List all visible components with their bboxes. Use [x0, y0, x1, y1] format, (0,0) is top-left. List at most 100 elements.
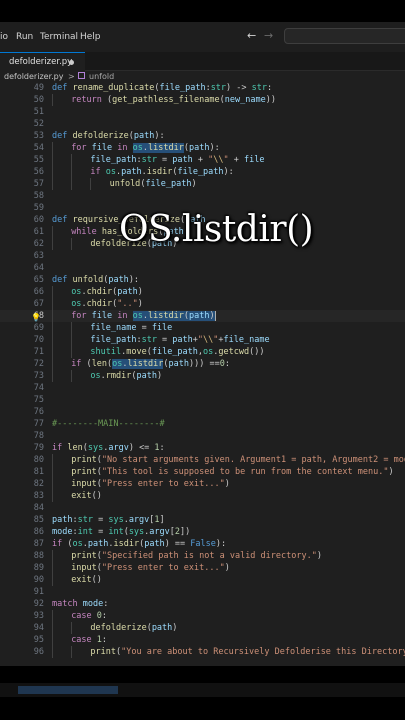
line-number: 95: [33, 635, 44, 645]
code-text: if (os.path.isdir(path) == False):: [52, 539, 227, 549]
code-text: exit(): [71, 491, 102, 501]
code-line[interactable]: 80 print("No start arguments given. Argum…: [0, 454, 405, 466]
command-center-search[interactable]: [284, 28, 405, 44]
code-line[interactable]: 96 print("You are about to Recursively De…: [0, 646, 405, 658]
code-line[interactable]: 81 print("This tool is supposed to be run…: [0, 466, 405, 478]
indent-guide: [52, 622, 53, 634]
code-line[interactable]: 58: [0, 190, 405, 202]
line-number: 64: [33, 263, 44, 273]
code-line[interactable]: 55 file_path:str = path + "\\" + file: [0, 154, 405, 166]
indent-guide: [52, 346, 53, 358]
code-line[interactable]: 68 💡 for file in os.listdir(path): [0, 310, 405, 322]
indent-guide: [52, 166, 53, 178]
code-line[interactable]: 78: [0, 430, 405, 442]
code-line[interactable]: 84: [0, 502, 405, 514]
code-line[interactable]: 64: [0, 262, 405, 274]
code-line[interactable]: 66 os.chdir(path): [0, 286, 405, 298]
code-line[interactable]: 94 defolderize(path): [0, 622, 405, 634]
line-number: 67: [33, 299, 44, 309]
menu-item-run[interactable]: Run: [16, 32, 33, 42]
code-line[interactable]: 90 exit(): [0, 574, 405, 586]
code-line[interactable]: 57 unfold(file_path): [0, 178, 405, 190]
line-number: 94: [33, 623, 44, 633]
indent-guide: [71, 646, 73, 658]
line-number: 53: [33, 131, 44, 141]
line-number: 86: [33, 527, 44, 537]
indent-guide: [52, 490, 53, 502]
code-line[interactable]: 82 input("Press enter to exit..."): [0, 478, 405, 490]
code-text: if (len(os.listdir(path))) ==0:: [71, 359, 230, 369]
code-line[interactable]: 63: [0, 250, 405, 262]
indent-guide: [52, 358, 53, 370]
code-line[interactable]: 87 if (os.path.isdir(path) == False):: [0, 538, 405, 550]
line-number: 70: [33, 335, 44, 345]
breadcrumb-symbol[interactable]: unfold: [89, 72, 114, 81]
indent-guide: [52, 646, 53, 658]
line-number: 66: [33, 287, 44, 297]
line-number: 85: [33, 515, 44, 525]
code-line[interactable]: 54 for file in os.listdir(path):: [0, 142, 405, 154]
code-line[interactable]: 65 def unfold(path):: [0, 274, 405, 286]
code-text: def rename_duplicate(file_path:str) -> s…: [52, 83, 273, 93]
code-line[interactable]: 56 if os.path.isdir(file_path):: [0, 166, 405, 178]
code-line[interactable]: 91: [0, 586, 405, 598]
code-editor[interactable]: 49 def rename_duplicate(file_path:str) ->…: [0, 82, 405, 666]
code-text: path:str = sys.argv[1]: [52, 515, 165, 525]
indent-guide: [71, 370, 73, 382]
code-line[interactable]: 71 shutil.move(file_path,os.getcwd()): [0, 346, 405, 358]
code-line[interactable]: 89 input("Press enter to exit..."): [0, 562, 405, 574]
code-line[interactable]: 72 if (len(os.listdir(path))) ==0:: [0, 358, 405, 370]
code-line[interactable]: 76: [0, 406, 405, 418]
menu-item-terminal[interactable]: Terminal: [40, 32, 78, 42]
line-number: 92: [33, 599, 44, 609]
code-text: input("Press enter to exit..."): [71, 563, 230, 573]
code-line[interactable]: 53 def defolderize(path):: [0, 130, 405, 142]
line-number: 50: [33, 95, 44, 105]
code-text: print("Specified path is not a valid dir…: [71, 551, 322, 561]
code-text: mode:int = int(sys.argv[2]): [52, 527, 191, 537]
breadcrumb-separator: >: [68, 72, 75, 81]
tab-defolderizer[interactable]: defolderizer.py: [0, 52, 85, 71]
line-number: 91: [33, 587, 44, 597]
forward-arrow-icon[interactable]: →: [264, 29, 273, 42]
code-line[interactable]: 70 file_path:str = path+"\\"+file_name: [0, 334, 405, 346]
line-number: 56: [33, 167, 44, 177]
code-line[interactable]: 93 case 0:: [0, 610, 405, 622]
indent-guide: [52, 478, 53, 490]
code-text: match mode:: [52, 599, 109, 609]
indent-guide: [52, 310, 53, 322]
code-text: file_path:str = path+"\\"+file_name: [90, 335, 270, 345]
bottom-black-band: [0, 666, 405, 720]
code-line[interactable]: 73 os.rmdir(path): [0, 370, 405, 382]
code-text: return (get_pathless_filename(new_name)): [71, 95, 276, 105]
code-line[interactable]: 92 match mode:: [0, 598, 405, 610]
code-line[interactable]: 69 file_name = file: [0, 322, 405, 334]
code-line[interactable]: 83 exit(): [0, 490, 405, 502]
code-line[interactable]: 77 #--------MAIN--------#: [0, 418, 405, 430]
code-text: os.chdir(path): [71, 287, 143, 297]
code-line[interactable]: 51: [0, 106, 405, 118]
code-line[interactable]: 49 def rename_duplicate(file_path:str) ->…: [0, 82, 405, 94]
code-line[interactable]: 85 path:str = sys.argv[1]: [0, 514, 405, 526]
code-line[interactable]: 79 if len(sys.argv) <= 1:: [0, 442, 405, 454]
indent-guide: [52, 322, 53, 334]
menu-bar: io Run Terminal Help ← →: [0, 22, 405, 52]
back-arrow-icon[interactable]: ←: [247, 29, 256, 42]
indent-guide: [71, 178, 73, 190]
code-line[interactable]: 67 os.chdir(".."): [0, 298, 405, 310]
unsaved-dot-icon[interactable]: [69, 60, 74, 65]
breadcrumb-file[interactable]: defolderizer.py: [4, 72, 63, 81]
code-line[interactable]: 88 print("Specified path is not a valid d…: [0, 550, 405, 562]
line-number: 87: [33, 539, 44, 549]
code-line[interactable]: 75: [0, 394, 405, 406]
code-line[interactable]: 86 mode:int = int(sys.argv[2]): [0, 526, 405, 538]
code-line[interactable]: 74: [0, 382, 405, 394]
code-line[interactable]: 95 case 1:: [0, 634, 405, 646]
code-text: exit(): [71, 575, 102, 585]
menu-item-go[interactable]: io: [0, 32, 8, 42]
code-line[interactable]: 50 return (get_pathless_filename(new_name…: [0, 94, 405, 106]
code-text: os.chdir(".."): [71, 299, 143, 309]
menu-item-help[interactable]: Help: [80, 32, 101, 42]
code-line[interactable]: 52: [0, 118, 405, 130]
breadcrumb: defolderizer.py > unfold: [0, 71, 405, 82]
